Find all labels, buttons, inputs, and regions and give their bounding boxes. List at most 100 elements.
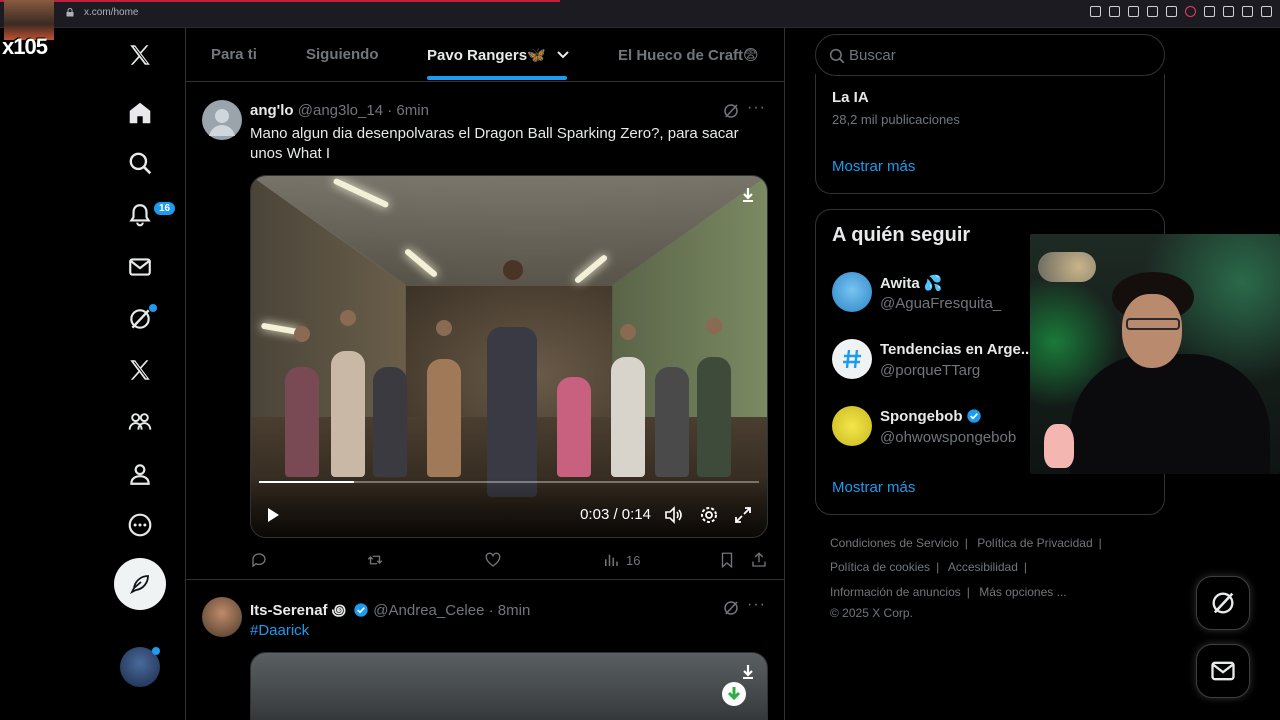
verified-badge-icon <box>966 409 981 423</box>
post[interactable]: ang'lo @ang3lo_14 · 6min ··· Mano algun … <box>186 83 784 580</box>
hashtag-link[interactable]: #Daarick <box>250 621 760 641</box>
tab-siguiendo[interactable]: Siguiendo <box>306 46 379 63</box>
post-time[interactable]: 8min <box>498 602 531 619</box>
views-button[interactable]: 16 <box>602 550 640 570</box>
trend-title[interactable]: La IA <box>832 89 869 106</box>
footer-links: Política de cookies | Accesibilidad | <box>830 560 1028 574</box>
avatar[interactable] <box>202 597 242 637</box>
more-options-icon[interactable] <box>127 512 153 538</box>
show-more-link[interactable]: Mostrar más <box>832 479 915 496</box>
search-icon[interactable] <box>127 150 153 176</box>
grok-icon[interactable] <box>722 102 740 120</box>
suggestion-handle[interactable]: @porqueTTarg <box>880 362 980 379</box>
video-progress-bar[interactable] <box>259 481 759 483</box>
chevron-down-icon[interactable] <box>556 50 570 60</box>
volume-icon[interactable] <box>663 505 683 525</box>
download-icon[interactable] <box>1242 6 1253 17</box>
separator-dot: · <box>387 102 393 119</box>
dancer-head <box>294 326 310 342</box>
profile-icon[interactable] <box>127 461 153 487</box>
post-header: ang'lo @ang3lo_14 · 6min <box>250 102 429 119</box>
account-avatar[interactable] <box>120 647 160 687</box>
zoom-icon[interactable] <box>1090 6 1101 17</box>
bookmark-button[interactable] <box>718 550 736 570</box>
footer-link[interactable]: Política de Privacidad <box>977 536 1092 550</box>
pig-sticker <box>1044 424 1074 468</box>
search-input[interactable]: Buscar <box>815 34 1165 76</box>
heart-icon[interactable] <box>1185 6 1196 17</box>
home-icon[interactable] <box>127 100 153 126</box>
menu-icon[interactable] <box>1261 6 1272 17</box>
avatar[interactable] <box>832 406 872 446</box>
avatar[interactable] <box>202 100 242 140</box>
suggestion-handle[interactable]: @ohwowspongebob <box>880 429 1016 446</box>
avatar[interactable] <box>832 339 872 379</box>
loading-bar <box>0 0 560 2</box>
video-progress-fill <box>259 481 354 483</box>
footer-links: Información de anuncios | Más opciones ..… <box>830 585 1067 599</box>
tab-el-hueco-de-craft[interactable]: El Hueco de Craft😨 <box>618 46 759 64</box>
share-button[interactable] <box>750 550 768 570</box>
play-icon[interactable] <box>263 505 283 525</box>
download-icon[interactable] <box>739 663 757 681</box>
browser-extension-icons <box>1090 6 1272 17</box>
play-icon[interactable] <box>1166 6 1177 17</box>
extensions-icon[interactable] <box>1204 6 1215 17</box>
more-options-icon[interactable]: ··· <box>747 99 766 117</box>
reply-button[interactable] <box>250 550 268 570</box>
default-avatar-icon <box>209 109 235 136</box>
pin-icon[interactable] <box>1109 6 1120 17</box>
trends-box: La IA 28,2 mil publicaciones Mostrar más <box>815 74 1165 194</box>
footer-link[interactable]: Más opciones ... <box>979 585 1066 599</box>
post-header: Its-Serenaf ꩜ @Andrea_Celee · 8min <box>250 599 530 621</box>
repost-button[interactable] <box>366 550 384 570</box>
communities-icon[interactable] <box>127 409 153 435</box>
account-icon[interactable] <box>1223 6 1234 17</box>
grok-floating-button[interactable] <box>1196 576 1250 630</box>
footer-link[interactable]: Información de anuncios <box>830 585 961 599</box>
address-bar[interactable]: x.com/home <box>84 7 138 18</box>
messages-floating-button[interactable] <box>1196 644 1250 698</box>
x-logo-icon[interactable] <box>127 42 153 68</box>
grok-icon[interactable] <box>722 599 740 617</box>
repost-icon <box>367 555 383 565</box>
video-player[interactable]: 0:03 / 0:14 <box>250 175 768 538</box>
show-more-link[interactable]: Mostrar más <box>832 158 915 175</box>
settings-gear-icon[interactable] <box>699 505 719 525</box>
author-name[interactable]: ang'lo <box>250 102 294 119</box>
shield-icon[interactable] <box>1147 6 1158 17</box>
like-button[interactable] <box>484 550 502 570</box>
suggestion-name[interactable]: Awita 💦 <box>880 274 943 292</box>
footer-link[interactable]: Condiciones de Servicio <box>830 536 959 550</box>
post-time[interactable]: 6min <box>396 102 429 119</box>
lock-icon <box>66 8 74 17</box>
tab-para-ti[interactable]: Para ti <box>211 46 257 63</box>
avatar[interactable] <box>832 272 872 312</box>
author-handle[interactable]: @Andrea_Celee <box>373 602 484 619</box>
premium-x-icon[interactable] <box>127 357 153 383</box>
footer-link[interactable]: Accesibilidad <box>948 560 1018 574</box>
tab-pavo-rangers[interactable]: Pavo Rangers🦋 <box>427 46 570 64</box>
post[interactable]: Its-Serenaf ꩜ @Andrea_Celee · 8min ··· #… <box>186 581 784 720</box>
browser-toolbar: x.com/home <box>0 0 1280 28</box>
heart-icon <box>485 552 501 567</box>
video-player[interactable] <box>250 652 768 720</box>
more-options-icon[interactable]: ··· <box>747 596 766 614</box>
suggestion-name[interactable]: Tendencias en Arge... <box>880 341 1033 358</box>
messages-icon[interactable] <box>127 254 153 280</box>
bookmark-icon[interactable] <box>1128 6 1139 17</box>
author-handle[interactable]: @ang3lo_14 <box>298 102 383 119</box>
dancer-head <box>503 260 523 280</box>
suggestion-handle[interactable]: @AguaFresquita_ <box>880 295 1001 312</box>
fullscreen-icon[interactable] <box>733 505 753 525</box>
grok-icon[interactable] <box>127 304 157 332</box>
notifications-icon[interactable]: 16 <box>127 202 176 228</box>
author-name[interactable]: Its-Serenaf ꩜ <box>250 602 346 619</box>
footer-link[interactable]: Política de cookies <box>830 560 930 574</box>
notifications-badge: 16 <box>154 202 176 215</box>
download-icon[interactable] <box>739 186 757 204</box>
hashtag-icon <box>843 349 861 369</box>
views-count: 16 <box>626 552 641 568</box>
suggestion-name[interactable]: Spongebob <box>880 408 982 425</box>
compose-post-button[interactable] <box>114 558 166 610</box>
